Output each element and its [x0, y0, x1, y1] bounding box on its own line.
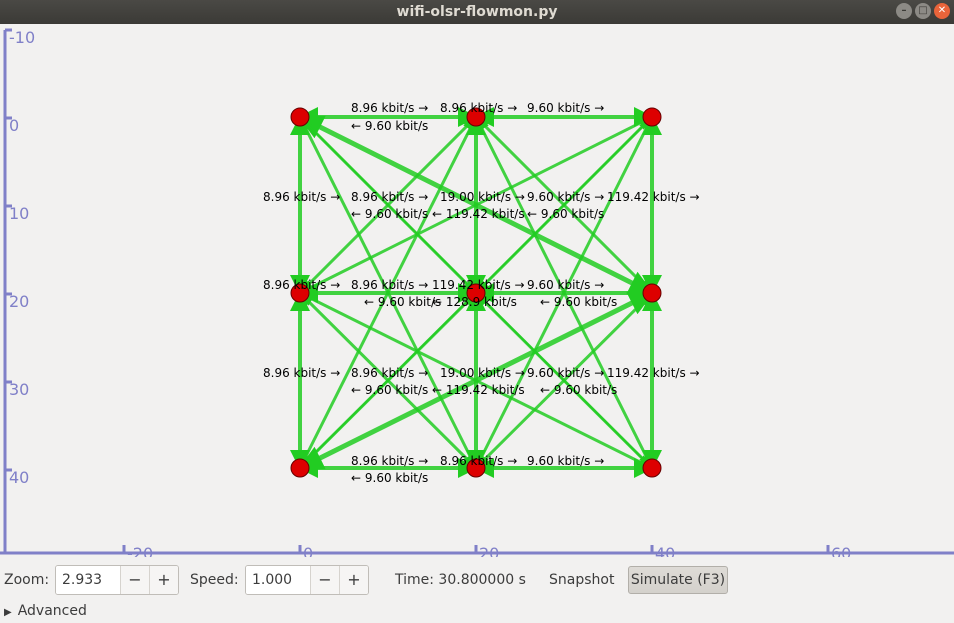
link-label: ← 9.60 kbit/s	[540, 383, 617, 397]
link-label: ← 9.60 kbit/s	[351, 207, 428, 221]
node-icon[interactable]	[642, 107, 662, 127]
speed-increase-button[interactable]: +	[339, 566, 368, 594]
link-label: 8.96 kbit/s →	[351, 278, 428, 292]
zoom-label: Zoom:	[4, 572, 50, 588]
link-label: 8.96 kbit/s →	[263, 366, 340, 380]
advanced-label: Advanced	[17, 603, 87, 619]
y-tick-label: 10	[9, 204, 29, 223]
title-bar: wifi-olsr-flowmon.py – □ ✕	[0, 0, 954, 24]
link-label: 8.96 kbit/s →	[440, 101, 517, 115]
time-readout: Time: 30.800000 s	[395, 572, 526, 588]
speed-decrease-button[interactable]: −	[310, 566, 339, 594]
y-tick-label: 30	[9, 380, 29, 399]
link-label: ← 119.42 kbit/s	[432, 207, 525, 221]
link-label: 8.96 kbit/s →	[351, 190, 428, 204]
node-icon[interactable]	[290, 107, 310, 127]
snapshot-button[interactable]: Snapshot	[549, 572, 614, 588]
link-label: 19.00 kbit/s →	[440, 366, 525, 380]
topology-canvas[interactable]: -10 0 10 20 30 40 -20 0 20 40 60 8.96 kbit/s → ← 9.…	[0, 24, 954, 557]
control-bar: Zoom: − + Speed: − + Time: 30.800000 s S…	[0, 560, 954, 600]
link-label: 119.42 kbit/s →	[432, 278, 525, 292]
y-tick-label: -10	[9, 28, 35, 47]
link-label: 8.96 kbit/s →	[351, 366, 428, 380]
link-label: ← 119.42 kbit/s	[432, 383, 525, 397]
link-label: 8.96 kbit/s →	[440, 454, 517, 468]
link-label: 9.60 kbit/s →	[527, 190, 604, 204]
link-label: ← 9.60 kbit/s	[351, 383, 428, 397]
zoom-decrease-button[interactable]: −	[120, 566, 149, 594]
speed-input[interactable]	[246, 566, 310, 594]
zoom-spinner[interactable]: − +	[55, 565, 179, 595]
link-label: 119.42 kbit/s →	[607, 366, 700, 380]
maximize-button[interactable]: □	[915, 3, 931, 19]
y-tick-label: 0	[9, 116, 19, 135]
zoom-increase-button[interactable]: +	[149, 566, 178, 594]
x-tick-label: 60	[831, 544, 851, 557]
close-button[interactable]: ✕	[934, 3, 950, 19]
speed-spinner[interactable]: − +	[245, 565, 369, 595]
node-icon[interactable]	[642, 458, 662, 478]
link-label: ← 9.60 kbit/s	[351, 119, 428, 133]
y-tick-label: 20	[9, 292, 29, 311]
link-label: ← 9.60 kbit/s	[527, 207, 604, 221]
link-label: 8.96 kbit/s →	[351, 454, 428, 468]
link-label: ← 9.60 kbit/s	[364, 295, 441, 309]
x-tick-label: 0	[303, 544, 313, 557]
link-label: 119.42 kbit/s →	[607, 190, 700, 204]
x-tick-label: 20	[479, 544, 499, 557]
node-icon[interactable]	[642, 283, 662, 303]
link-label: ← 9.60 kbit/s	[540, 295, 617, 309]
link-label: 9.60 kbit/s →	[527, 366, 604, 380]
speed-label: Speed:	[190, 572, 239, 588]
link-label: ← 128.9 kbit/s	[432, 295, 517, 309]
advanced-expander[interactable]: ▶ Advanced	[4, 603, 87, 619]
link-label: 8.96 kbit/s →	[263, 278, 340, 292]
node-icon[interactable]	[290, 458, 310, 478]
minimize-button[interactable]: –	[896, 3, 912, 19]
link-label: 8.96 kbit/s →	[351, 101, 428, 115]
zoom-input[interactable]	[56, 566, 120, 594]
window-title: wifi-olsr-flowmon.py	[396, 4, 558, 20]
x-tick-label: -20	[127, 544, 153, 557]
link-label: 9.60 kbit/s →	[527, 101, 604, 115]
link-label: ← 9.60 kbit/s	[351, 471, 428, 485]
simulate-button[interactable]: Simulate (F3)	[628, 566, 728, 594]
network-graph[interactable]: -10 0 10 20 30 40 -20 0 20 40 60 8.96 kbit/s → ← 9.…	[0, 24, 954, 557]
link-label: 9.60 kbit/s →	[527, 454, 604, 468]
link-label: 19.00 kbit/s →	[440, 190, 525, 204]
x-tick-label: 40	[655, 544, 675, 557]
expander-arrow-icon: ▶	[4, 607, 12, 618]
link-label: 9.60 kbit/s →	[527, 278, 604, 292]
y-tick-label: 40	[9, 468, 29, 487]
link-label: 8.96 kbit/s →	[263, 190, 340, 204]
